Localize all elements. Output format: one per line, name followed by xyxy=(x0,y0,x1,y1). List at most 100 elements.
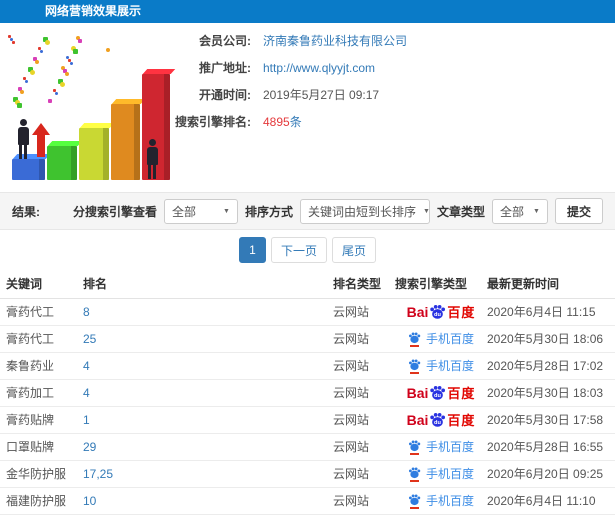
baidu-paw-icon: du xyxy=(430,304,446,319)
keyword-cell: 膏药代工 xyxy=(0,325,83,353)
engine-cell: 手机百度 xyxy=(395,514,487,520)
rank-type-cell: 云网站 xyxy=(333,406,395,434)
updated-cell: 2020年5月28日 17:02 xyxy=(487,352,615,380)
svg-text:du: du xyxy=(434,312,441,318)
updated-cell xyxy=(487,514,615,520)
updated-cell: 2020年6月4日 11:10 xyxy=(487,487,615,515)
filter-bar: 结果: 分搜索引擎查看 全部 ▼ 排序方式 关键词由短到长排序 ▼ 文章类型 全… xyxy=(0,192,615,230)
info-value[interactable]: 济南秦鲁药业科技有限公司 xyxy=(263,32,407,49)
col-header-rank-type: 排名类型 xyxy=(333,270,395,299)
rank-link[interactable]: 1 xyxy=(83,406,333,434)
baidu-logo-cn-text: 百度 xyxy=(447,413,476,428)
last-page-button[interactable]: 尾页 xyxy=(332,237,377,263)
engine-cell: Bai du 百度 xyxy=(395,406,487,434)
sort-select-value: 关键词由短到长排序 xyxy=(307,204,416,219)
ranking-table: 关键词 排名 排名类型 搜索引擎类型 最新更新时间 膏药代工 8 云网站 Bai… xyxy=(0,270,615,520)
engine-select-value: 全部 xyxy=(171,204,196,219)
engine-cell: 手机百度 xyxy=(395,433,487,461)
mobile-baidu-badge: 手机百度 xyxy=(408,492,474,509)
info-value: 2019年5月27日 09:17 xyxy=(263,88,380,102)
updated-cell: 2020年5月30日 18:03 xyxy=(487,379,615,407)
submit-button[interactable]: 提交 xyxy=(554,198,603,224)
sort-select[interactable]: 关键词由短到长排序 ▼ xyxy=(299,198,430,224)
rank-link[interactable]: 4 xyxy=(83,352,333,380)
table-row: 秦鲁药业 4 云网站 手机百度 2020年5月28日 17:02 xyxy=(0,352,615,380)
info-label: 开通时间: xyxy=(199,88,251,102)
rank-link[interactable]: 29 xyxy=(83,433,333,461)
table-row: 膏药加工 4 云网站 Bai du 百度 2020年5月30日 18:03 xyxy=(0,379,615,407)
mobile-baidu-badge: 手机百度 xyxy=(408,465,474,482)
mobile-baidu-paw-icon xyxy=(408,466,421,482)
page-1-button[interactable]: 1 xyxy=(238,237,266,263)
info-value[interactable]: http://www.qlyyjt.com xyxy=(263,61,375,75)
next-page-button[interactable]: 下一页 xyxy=(270,237,327,263)
mobile-baidu-label: 手机百度 xyxy=(425,332,474,346)
rank-type-cell: 云网站 xyxy=(333,325,395,353)
rank-link[interactable] xyxy=(83,514,333,520)
pagination: 1 下一页 尾页 xyxy=(0,230,615,270)
filter-controls: 分搜索引擎查看 全部 ▼ 排序方式 关键词由短到长排序 ▼ 文章类型 全部 ▼ … xyxy=(73,198,603,224)
baidu-logo: Bai du 百度 xyxy=(407,410,476,429)
chevron-down-icon: ▼ xyxy=(422,207,430,215)
rank-link[interactable]: 25 xyxy=(83,325,333,353)
info-label: 会员公司: xyxy=(199,34,251,48)
engine-filter-label: 分搜索引擎查看 xyxy=(72,204,157,219)
article-type-label: 文章类型 xyxy=(436,204,485,219)
result-label: 结果: xyxy=(12,204,40,219)
rank-type-cell: 云网站 xyxy=(333,379,395,407)
keyword-cell: 膏药代工 xyxy=(0,298,83,326)
baidu-logo: Bai du 百度 xyxy=(407,383,476,402)
baidu-logo-cn-text: 百度 xyxy=(447,386,476,401)
col-header-engine-type: 搜索引擎类型 xyxy=(395,270,487,299)
table-row: 膏药代工 25 云网站 手机百度 2020年5月30日 18:06 xyxy=(0,325,615,353)
baidu-logo: Bai du 百度 xyxy=(407,302,476,321)
baidu-paw-icon: du xyxy=(430,412,446,427)
rank-link[interactable]: 8 xyxy=(83,298,333,326)
table-row: 膏药代工 8 云网站 Bai du 百度 2020年6月4日 11:15 xyxy=(0,298,615,326)
growth-arrow-icon xyxy=(32,123,50,157)
table-header-row: 关键词 排名 排名类型 搜索引擎类型 最新更新时间 xyxy=(0,270,615,299)
engine-select[interactable]: 全部 ▼ xyxy=(163,198,238,224)
table-row: 口罩贴牌 29 云网站 手机百度 2020年5月28日 16:55 xyxy=(0,433,615,461)
businessman-right-figure xyxy=(144,139,160,179)
mobile-baidu-badge: 手机百度 xyxy=(408,438,474,455)
title-bar: 网络营销效果展示 xyxy=(0,0,615,23)
chevron-down-icon: ▼ xyxy=(223,207,230,215)
baidu-logo-cn-text: 百度 xyxy=(447,305,476,320)
engine-cell: 手机百度 xyxy=(395,325,487,353)
page-title: 网络营销效果展示 xyxy=(45,4,142,18)
engine-cell: Bai du 百度 xyxy=(395,379,487,407)
info-row: 推广地址: http://www.qlyyjt.com xyxy=(175,54,407,81)
baidu-paw-icon: du xyxy=(430,385,446,400)
info-label: 推广地址: xyxy=(199,61,251,75)
mobile-baidu-paw-icon xyxy=(408,358,421,374)
baidu-logo-bai-text: Bai xyxy=(406,411,429,428)
rank-type-cell: 云网站 xyxy=(333,460,395,488)
rank-type-cell: 云网站 xyxy=(333,298,395,326)
rank-type-cell: 云网站 xyxy=(333,352,395,380)
rank-type-cell: 云网站 xyxy=(333,433,395,461)
company-info: 会员公司: 济南秦鲁药业科技有限公司 推广地址: http://www.qlyy… xyxy=(175,27,407,135)
info-label: 搜索引擎排名: xyxy=(175,115,251,129)
keyword-cell: 金华防护服 xyxy=(0,460,83,488)
updated-cell: 2020年6月4日 11:15 xyxy=(487,298,615,326)
svg-text:du: du xyxy=(434,393,441,399)
table-row: 膏药贴牌 1 云网站 Bai du 百度 2020年5月30日 17:58 xyxy=(0,406,615,434)
baidu-logo-bai-text: Bai xyxy=(406,384,429,401)
rank-link[interactable]: 4 xyxy=(83,379,333,407)
keyword-cell xyxy=(0,514,83,520)
bar-chart-illustration xyxy=(8,35,173,180)
svg-text:du: du xyxy=(434,420,441,426)
mobile-baidu-badge: 手机百度 xyxy=(408,330,474,347)
info-row: 会员公司: 济南秦鲁药业科技有限公司 xyxy=(175,27,407,54)
rank-link[interactable]: 10 xyxy=(83,487,333,515)
article-type-select[interactable]: 全部 ▼ xyxy=(491,198,548,224)
engine-cell: 手机百度 xyxy=(395,460,487,488)
keyword-cell: 膏药贴牌 xyxy=(0,406,83,434)
mobile-baidu-label: 手机百度 xyxy=(425,440,474,454)
rank-link[interactable]: 17,25 xyxy=(83,460,333,488)
keyword-cell: 膏药加工 xyxy=(0,379,83,407)
col-header-updated: 最新更新时间 xyxy=(487,270,615,299)
keyword-cell: 口罩贴牌 xyxy=(0,433,83,461)
table-row: 福建防护服 10 云网站 手机百度 2020年6月4日 11:10 xyxy=(0,487,615,515)
